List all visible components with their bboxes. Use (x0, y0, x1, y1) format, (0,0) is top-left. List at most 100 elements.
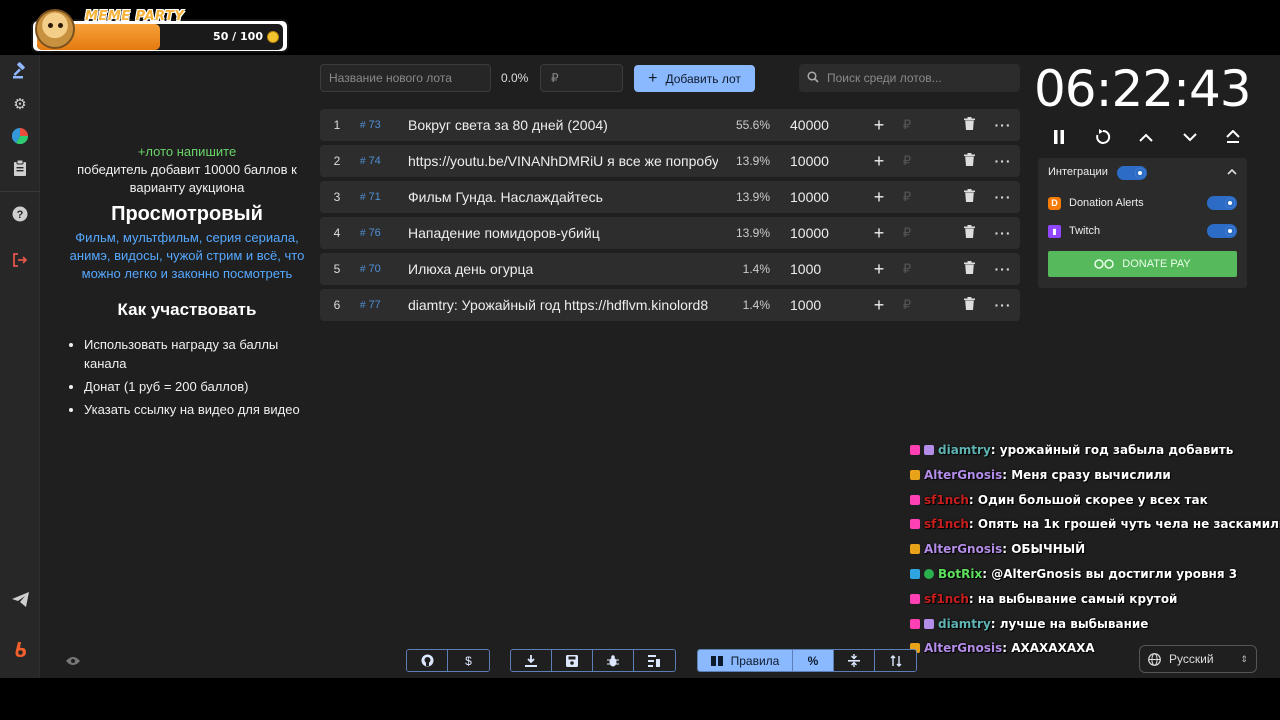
lot-name[interactable]: https://youtu.be/VINANhDMRiU я все же по… (408, 145, 718, 177)
ruble-icon[interactable]: ₽ (900, 109, 914, 141)
lot-search[interactable] (799, 64, 1020, 92)
chat-message: BotRix: @AlterGnosis вы достигли уровня … (910, 562, 1270, 587)
ruble-icon[interactable]: ₽ (900, 289, 914, 321)
chevron-down-icon[interactable] (1177, 125, 1203, 149)
lot-name[interactable]: Вокруг света за 80 дней (2004) (408, 109, 718, 141)
lot-id[interactable]: #71 (360, 181, 400, 213)
chat-username: sf1nch (924, 517, 969, 532)
list-item: Использовать награду за баллы канала (84, 335, 314, 373)
chevron-up-icon[interactable] (1133, 125, 1159, 149)
lot-id[interactable]: #74 (360, 145, 400, 177)
lot-amount[interactable]: 10000 (790, 181, 870, 213)
lot-row[interactable]: 6 #77 diamtry: Урожайный год https://hdflv… (320, 289, 1020, 321)
donate-dollar-icon[interactable]: $ (448, 650, 489, 671)
trash-icon[interactable] (960, 253, 978, 285)
stats-pie-icon[interactable] (0, 120, 40, 152)
lot-name[interactable]: Фильм Гунда. Наслаждайтесь (408, 181, 718, 213)
lot-row[interactable]: 1 #73 Вокруг света за 80 дней (2004) 55.6% 4… (320, 109, 1020, 141)
lot-name[interactable]: diamtry: Урожайный год https://hdflvm.ki… (408, 289, 718, 321)
chat-text: : Меня сразу вычислили (1002, 467, 1171, 482)
logout-icon[interactable] (0, 244, 40, 276)
language-select[interactable]: Русский ⇕ (1139, 645, 1257, 673)
links-group: $ (406, 649, 490, 672)
settings-gear-icon[interactable]: ⚙ (0, 88, 40, 120)
save-icon[interactable] (552, 650, 593, 671)
lot-row[interactable]: 5 #70 Илюха день огурца 1.4% 1000 + ₽ ··· (320, 253, 1020, 285)
plus-icon[interactable]: + (869, 109, 889, 141)
app-main: ⚙ ? +лото напишите победитель добавит 10… (0, 55, 1280, 678)
more-options-icon[interactable]: ··· (993, 109, 1013, 141)
clear-list-icon[interactable] (634, 650, 675, 671)
trash-icon[interactable] (960, 109, 978, 141)
lot-id[interactable]: #70 (360, 253, 400, 285)
percent-icon[interactable]: % (793, 650, 834, 671)
lot-name[interactable]: Нападение помидоров-убийц (408, 217, 718, 249)
lot-index: 6 (333, 298, 341, 312)
plus-icon[interactable]: + (869, 181, 889, 213)
chat-message: AlterGnosis: ОБЫЧНЫЙ (910, 537, 1270, 562)
lot-amount[interactable]: 10000 (790, 217, 870, 249)
more-options-icon[interactable]: ··· (993, 289, 1013, 321)
lot-amount[interactable]: 40000 (790, 109, 870, 141)
trash-icon[interactable] (960, 217, 978, 249)
compress-icon[interactable] (834, 650, 875, 671)
more-options-icon[interactable]: ··· (993, 145, 1013, 177)
lot-row[interactable]: 3 #71 Фильм Гунда. Наслаждайтесь 13.9% 10000… (320, 181, 1020, 213)
more-options-icon[interactable]: ··· (993, 181, 1013, 213)
more-options-icon[interactable]: ··· (993, 217, 1013, 249)
bug-icon[interactable] (593, 650, 634, 671)
telegram-icon[interactable] (0, 583, 40, 615)
plus-icon[interactable]: + (869, 253, 889, 285)
clipboard-icon[interactable] (0, 152, 40, 184)
auction-description: +лото напишите победитель добавит 10000 … (60, 143, 314, 423)
trash-icon[interactable] (960, 289, 978, 321)
donation-alerts-icon: D (1048, 196, 1061, 210)
ruble-icon[interactable]: ₽ (900, 253, 914, 285)
sort-icon[interactable] (875, 650, 916, 671)
help-icon[interactable]: ? (0, 198, 40, 230)
more-options-icon[interactable]: ··· (993, 253, 1013, 285)
ruble-icon[interactable]: ₽ (900, 181, 914, 213)
chat-text: : на выбывание самый крутой (968, 591, 1178, 606)
reset-icon[interactable] (1090, 125, 1116, 149)
new-lot-name-input[interactable] (320, 64, 491, 92)
rules-label: Правила (730, 653, 780, 668)
rules-button[interactable]: Правила (698, 650, 793, 671)
integrations-toggle[interactable] (1117, 166, 1147, 180)
double-chevron-up-icon[interactable] (1220, 125, 1246, 149)
lot-amount[interactable]: 1000 (790, 289, 870, 321)
lot-amount[interactable]: 1000 (790, 253, 870, 285)
plus-icon[interactable]: + (869, 145, 889, 177)
lot-row[interactable]: 2 #74 https://youtu.be/VINANhDMRiU я все ж… (320, 145, 1020, 177)
pause-icon[interactable] (1046, 125, 1072, 149)
chevron-up-icon[interactable] (1227, 164, 1237, 178)
donate-pay-button[interactable]: DONATE PAY (1048, 251, 1237, 277)
ruble-icon[interactable]: ₽ (900, 217, 914, 249)
trash-icon[interactable] (960, 181, 978, 213)
chat-text: : АХАХАХАХА (1002, 641, 1095, 656)
lot-name[interactable]: Илюха день огурца (408, 253, 718, 285)
lot-id[interactable]: #77 (360, 289, 400, 321)
twitch-toggle[interactable] (1207, 224, 1237, 238)
plus-icon[interactable]: + (869, 217, 889, 249)
lot-amount[interactable]: 10000 (790, 145, 870, 177)
search-input[interactable] (827, 71, 1012, 85)
add-lot-button[interactable]: + Добавить лот (634, 65, 755, 92)
hash-icon: # (360, 228, 366, 239)
boosty-icon[interactable] (0, 634, 40, 666)
new-lot-amount-input[interactable] (540, 64, 623, 92)
coin-icon (267, 31, 279, 43)
download-icon[interactable] (511, 650, 552, 671)
trash-icon[interactable] (960, 145, 978, 177)
integrations-panel: Интеграции D Donation Alerts ▮ Twitch DO… (1038, 158, 1247, 288)
lot-id[interactable]: #76 (360, 217, 400, 249)
chat-message: sf1nch: на выбывание самый крутой (910, 587, 1270, 612)
auction-icon[interactable] (0, 55, 40, 87)
plus-icon[interactable]: + (869, 289, 889, 321)
github-icon[interactable] (407, 650, 448, 671)
lot-id[interactable]: #73 (360, 109, 400, 141)
lot-row[interactable]: 4 #76 Нападение помидоров-убийц 13.9% 10000 +… (320, 217, 1020, 249)
ruble-icon[interactable]: ₽ (900, 145, 914, 177)
donation-alerts-toggle[interactable] (1207, 196, 1237, 210)
eye-icon[interactable] (66, 653, 80, 669)
